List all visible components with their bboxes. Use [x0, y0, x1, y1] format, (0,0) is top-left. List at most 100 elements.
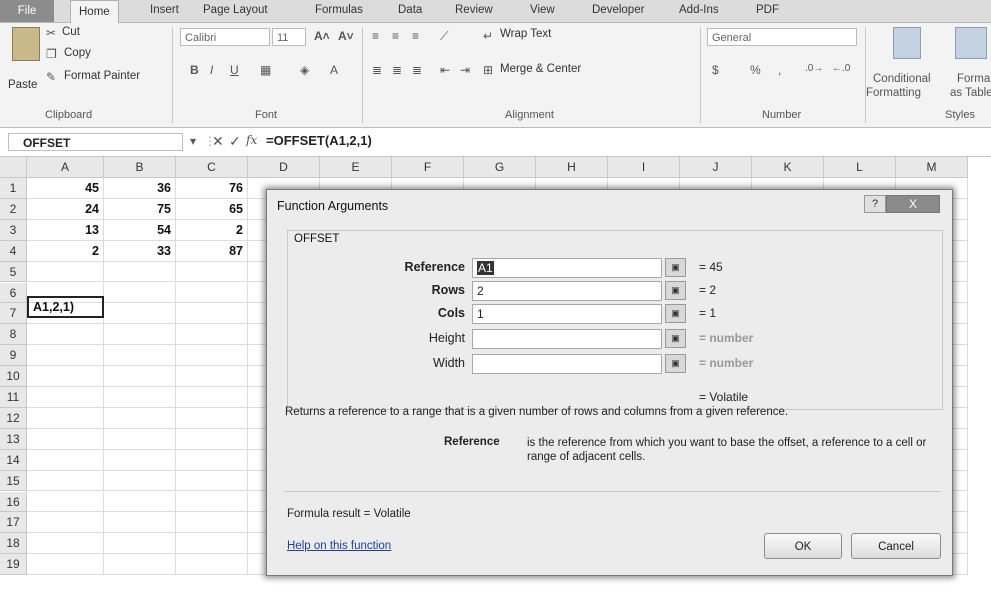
cell-b12[interactable]: [104, 407, 176, 429]
copy-button[interactable]: Copy: [64, 47, 91, 59]
increase-decimal-icon[interactable]: .0→: [805, 63, 823, 74]
cell-a8[interactable]: [27, 324, 104, 346]
cell-a18[interactable]: [27, 533, 104, 555]
column-header-h[interactable]: H: [536, 157, 608, 178]
cell-c9[interactable]: [176, 345, 248, 367]
cell-b5[interactable]: [104, 261, 176, 283]
cell-b1[interactable]: 36: [104, 178, 176, 199]
collapse-dialog-icon[interactable]: ▣: [665, 329, 686, 348]
tab-review[interactable]: Review: [455, 4, 493, 16]
cell-a3[interactable]: 13: [27, 219, 104, 241]
cell-b11[interactable]: [104, 387, 176, 408]
width-input[interactable]: [472, 354, 662, 374]
row-header-4[interactable]: 4: [0, 240, 27, 262]
font-size-combo[interactable]: 11: [272, 28, 306, 46]
cell-c13[interactable]: [176, 428, 248, 450]
cell-a2[interactable]: 24: [27, 198, 104, 220]
cell-c8[interactable]: [176, 324, 248, 346]
column-header-g[interactable]: G: [464, 157, 536, 178]
cell-b7[interactable]: [104, 303, 176, 325]
cell-a13[interactable]: [27, 428, 104, 450]
tab-add-ins[interactable]: Add-Ins: [679, 4, 719, 16]
cell-a10[interactable]: [27, 366, 104, 387]
wrap-text-button[interactable]: Wrap Text: [500, 28, 551, 40]
cell-b4[interactable]: 33: [104, 240, 176, 262]
column-header-j[interactable]: J: [680, 157, 752, 178]
row-header-5[interactable]: 5: [0, 261, 27, 283]
cell-b3[interactable]: 54: [104, 219, 176, 241]
format-as-table-icon[interactable]: [955, 27, 987, 59]
cell-c7[interactable]: [176, 303, 248, 325]
cell-c17[interactable]: [176, 512, 248, 534]
name-box-dropdown-icon[interactable]: ▾: [190, 134, 196, 148]
column-header-c[interactable]: C: [176, 157, 248, 178]
collapse-dialog-icon[interactable]: ▣: [665, 354, 686, 373]
tab-view[interactable]: View: [530, 4, 555, 16]
cell-a9[interactable]: [27, 345, 104, 367]
rows-input[interactable]: 2: [472, 281, 662, 301]
merge-center-button[interactable]: Merge & Center: [500, 63, 581, 75]
align-middle-icon[interactable]: ≡: [392, 29, 399, 43]
row-header-19[interactable]: 19: [0, 554, 27, 576]
help-icon[interactable]: ?: [864, 195, 886, 213]
conditional-formatting-label-2[interactable]: Formatting: [866, 87, 921, 99]
cell-c2[interactable]: 65: [176, 198, 248, 220]
row-header-10[interactable]: 10: [0, 366, 27, 387]
cell-c19[interactable]: [176, 554, 248, 576]
collapse-dialog-icon[interactable]: ▣: [665, 281, 686, 300]
align-top-icon[interactable]: ≡: [372, 29, 379, 43]
tab-insert[interactable]: Insert: [150, 4, 179, 16]
font-name-combo[interactable]: Calibri: [180, 28, 270, 46]
fill-color-icon[interactable]: ◈: [300, 63, 309, 77]
row-header-15[interactable]: 15: [0, 470, 27, 492]
grow-font-icon[interactable]: A˄: [314, 29, 330, 43]
cancel-button[interactable]: Cancel: [851, 533, 941, 559]
cell-b2[interactable]: 75: [104, 198, 176, 220]
row-header-7[interactable]: 7: [0, 303, 27, 325]
paste-button[interactable]: Paste: [8, 79, 37, 91]
ok-button[interactable]: OK: [764, 533, 842, 559]
cancel-entry-icon[interactable]: ✕: [212, 133, 224, 150]
cell-b17[interactable]: [104, 512, 176, 534]
column-header-d[interactable]: D: [248, 157, 320, 178]
cell-c6[interactable]: [176, 282, 248, 304]
align-center-icon[interactable]: ≣: [392, 63, 402, 77]
percent-icon[interactable]: %: [750, 63, 761, 77]
tab-data[interactable]: Data: [398, 4, 422, 16]
row-header-3[interactable]: 3: [0, 219, 27, 241]
cell-c1[interactable]: 76: [176, 178, 248, 199]
column-header-l[interactable]: L: [824, 157, 896, 178]
collapse-dialog-icon[interactable]: ▣: [665, 258, 686, 277]
cell-b16[interactable]: [104, 491, 176, 513]
cell-b9[interactable]: [104, 345, 176, 367]
cell-b19[interactable]: [104, 554, 176, 576]
cell-c4[interactable]: 87: [176, 240, 248, 262]
tab-page-layout[interactable]: Page Layout: [203, 4, 268, 16]
row-header-1[interactable]: 1: [0, 178, 27, 199]
cell-c18[interactable]: [176, 533, 248, 555]
close-icon[interactable]: X: [886, 195, 940, 213]
underline-icon[interactable]: U: [230, 63, 239, 77]
row-header-8[interactable]: 8: [0, 324, 27, 346]
row-header-13[interactable]: 13: [0, 428, 27, 450]
cut-button[interactable]: Cut: [62, 26, 80, 38]
row-header-6[interactable]: 6: [0, 282, 27, 304]
cell-a12[interactable]: [27, 407, 104, 429]
row-header-17[interactable]: 17: [0, 512, 27, 534]
row-header-2[interactable]: 2: [0, 198, 27, 220]
column-header-e[interactable]: E: [320, 157, 392, 178]
column-header-a[interactable]: A: [27, 157, 104, 178]
cell-c5[interactable]: [176, 261, 248, 283]
row-header-16[interactable]: 16: [0, 491, 27, 513]
formula-input[interactable]: =OFFSET(A1,2,1): [266, 133, 372, 148]
cell-c11[interactable]: [176, 387, 248, 408]
cell-c12[interactable]: [176, 407, 248, 429]
cell-a11[interactable]: [27, 387, 104, 408]
align-left-icon[interactable]: ≣: [372, 63, 382, 77]
number-format-combo[interactable]: General: [707, 28, 857, 46]
cell-b8[interactable]: [104, 324, 176, 346]
orientation-icon[interactable]: ⟋: [440, 29, 448, 44]
cell-c10[interactable]: [176, 366, 248, 387]
cell-b13[interactable]: [104, 428, 176, 450]
column-header-i[interactable]: I: [608, 157, 680, 178]
